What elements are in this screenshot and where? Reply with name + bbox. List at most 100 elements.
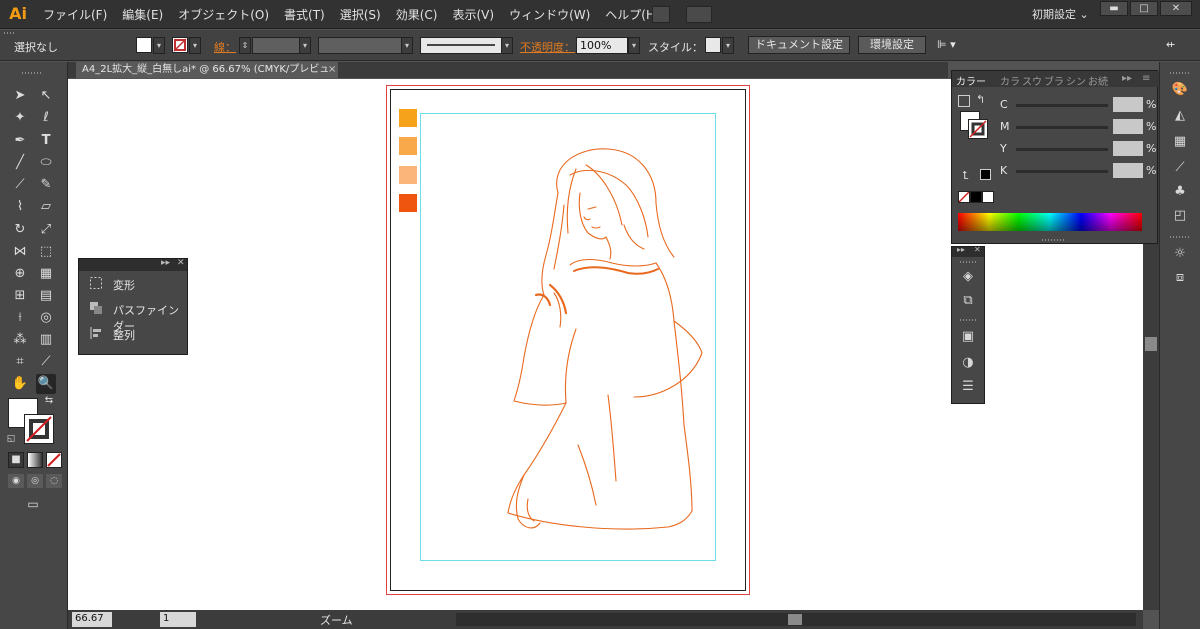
menu-edit[interactable]: 編集(E) xyxy=(122,6,163,23)
width-tool-icon[interactable]: ⋈ xyxy=(10,242,30,262)
style-arrow[interactable]: ▾ xyxy=(722,37,734,54)
menu-window[interactable]: ウィンドウ(W) xyxy=(509,6,590,23)
color-chip-4[interactable] xyxy=(399,194,417,212)
none-mode-icon[interactable] xyxy=(46,452,62,468)
panel-item-align[interactable]: 整列 xyxy=(79,321,187,346)
horizontal-scroll-thumb[interactable] xyxy=(788,614,802,625)
graphic-style-swatch[interactable] xyxy=(705,37,721,53)
black-quick-chip[interactable] xyxy=(970,191,982,203)
draw-normal-icon[interactable]: ◉ xyxy=(8,474,24,488)
tab-swatches[interactable]: スウ xyxy=(1022,73,1042,88)
channel-slider[interactable] xyxy=(1016,170,1108,173)
type-tool-icon[interactable]: T xyxy=(36,131,56,151)
profile-arrow[interactable]: ▾ xyxy=(401,37,413,54)
color-chip-1[interactable] xyxy=(399,109,417,127)
menu-effect[interactable]: 効果(C) xyxy=(396,6,438,23)
channel-value-field[interactable] xyxy=(1113,97,1143,112)
stroke-label[interactable]: 線： xyxy=(214,39,236,55)
gradient-tool-icon[interactable]: ▤ xyxy=(36,286,56,306)
color-chip-3[interactable] xyxy=(399,166,417,184)
channel-slider[interactable] xyxy=(1016,104,1108,107)
panel-menu-icon[interactable]: ≡ xyxy=(1142,73,1150,84)
right-dock-grip[interactable] xyxy=(1170,72,1190,74)
stroke-panel-icon[interactable]: ☰ xyxy=(958,377,978,397)
bridge-icon[interactable] xyxy=(652,6,670,23)
fill-swatch[interactable] xyxy=(136,37,152,53)
control-menu-icon[interactable]: ⇷ xyxy=(1166,38,1175,51)
none-chip[interactable] xyxy=(958,191,970,203)
eyedropper-tool-icon[interactable]: ⟊ xyxy=(10,308,30,328)
stroke-dropdown-arrow[interactable]: ▾ xyxy=(189,37,201,54)
fill-dropdown-arrow[interactable]: ▾ xyxy=(153,37,165,54)
panel-expand-icon[interactable]: ▸▸ xyxy=(1122,73,1132,84)
color-panel-icon[interactable]: 🎨 xyxy=(1170,80,1190,100)
tab-graphic-styles[interactable]: お続 xyxy=(1088,73,1108,88)
tab-close-icon[interactable]: × xyxy=(328,62,336,78)
shape-builder-tool-icon[interactable]: ⊕ xyxy=(10,264,30,284)
zoom-level-field[interactable]: 66.67 xyxy=(72,612,112,627)
color-guide-icon[interactable]: ◭ xyxy=(1170,106,1190,126)
appearance-panel-icon[interactable]: ☼ xyxy=(1170,244,1190,264)
stroke-weight-field[interactable] xyxy=(252,37,300,54)
gradient-panel-icon[interactable]: ▣ xyxy=(958,327,978,347)
symbol-sprayer-tool-icon[interactable]: ⁂ xyxy=(10,330,30,350)
document-tab[interactable]: A4_2L拡大_縦_白無しai* @ 66.67% (CMYK/プレビュー) × xyxy=(76,62,338,91)
magic-wand-tool-icon[interactable]: ✦ xyxy=(10,108,30,128)
pen-tool-icon[interactable]: ✒ xyxy=(10,131,30,151)
transparency-panel-icon[interactable]: ◑ xyxy=(958,353,978,373)
arrange-documents-icon[interactable] xyxy=(686,6,712,23)
hand-tool-icon[interactable]: ✋ xyxy=(10,374,30,394)
menu-object[interactable]: オブジェクト(O) xyxy=(178,6,269,23)
menu-type[interactable]: 書式(T) xyxy=(284,6,325,23)
zoom-tool-icon[interactable]: 🔍 xyxy=(36,374,56,394)
dock-grip-2[interactable] xyxy=(960,319,976,321)
paintbrush-tool-icon[interactable]: ⟋ xyxy=(10,175,30,195)
swatches-panel-icon[interactable]: ▦ xyxy=(1170,132,1190,152)
document-setup-button[interactable]: ドキュメント設定 xyxy=(748,36,850,54)
color-spectrum-bar[interactable] xyxy=(958,213,1142,231)
layers-icon[interactable]: ◈ xyxy=(958,267,978,287)
mesh-tool-icon[interactable]: ⊞ xyxy=(10,286,30,306)
blob-brush-tool-icon[interactable]: ⌇ xyxy=(10,197,30,217)
panel-header[interactable]: ▸▸ ✕ xyxy=(79,258,187,271)
dock-close-icon[interactable]: ✕ xyxy=(974,245,981,254)
opacity-arrow[interactable]: ▾ xyxy=(628,37,640,54)
stroke-swatch[interactable] xyxy=(172,37,188,53)
pencil-tool-icon[interactable]: ✎ xyxy=(36,175,56,195)
free-transform-tool-icon[interactable]: ⬚ xyxy=(36,242,56,262)
direct-selection-tool-icon[interactable]: ↖ xyxy=(36,86,56,106)
artboards-icon[interactable]: ⧉ xyxy=(958,291,978,311)
channel-slider[interactable] xyxy=(1016,148,1108,151)
channel-value-field[interactable] xyxy=(1113,119,1143,134)
graphic-styles-icon[interactable]: ◰ xyxy=(1170,206,1190,226)
tab-brushes[interactable]: ブラ xyxy=(1044,73,1064,88)
scale-tool-icon[interactable]: ⤢ xyxy=(36,220,56,240)
vertical-scroll-thumb[interactable] xyxy=(1145,337,1157,351)
screen-mode-icon[interactable]: ▭ xyxy=(22,494,44,512)
column-graph-tool-icon[interactable]: ▥ xyxy=(36,330,56,350)
gradient-mode-icon[interactable] xyxy=(27,452,43,468)
preferences-button[interactable]: 環境設定 xyxy=(858,36,926,54)
ellipse-tool-icon[interactable]: ⬭ xyxy=(36,153,56,173)
maximize-button[interactable]: □ xyxy=(1130,1,1158,16)
opacity-field[interactable]: 100% xyxy=(576,37,628,54)
channel-value-field[interactable] xyxy=(1113,163,1143,178)
draw-inside-icon[interactable]: ◌ xyxy=(46,474,62,488)
line-art-drawing[interactable] xyxy=(488,145,718,545)
image-trace-icon[interactable]: ⧈ xyxy=(1170,268,1190,288)
stroke-weight-stepper[interactable]: ⇕ xyxy=(239,37,251,54)
rotate-tool-icon[interactable]: ↻ xyxy=(10,220,30,240)
stroke-weight-arrow[interactable]: ▾ xyxy=(299,37,311,54)
variable-width-profile[interactable] xyxy=(318,37,402,54)
color-chip-2[interactable] xyxy=(399,137,417,155)
artboard-tool-icon[interactable]: ⌗ xyxy=(10,352,30,372)
lasso-tool-icon[interactable]: ℓ xyxy=(36,108,56,128)
artboard-number-field[interactable]: 1 xyxy=(160,612,196,627)
dock-expand-icon[interactable]: ▸▸ xyxy=(957,245,965,254)
menu-select[interactable]: 選択(S) xyxy=(340,6,381,23)
right-dock-grip-2[interactable] xyxy=(1170,236,1190,238)
brush-arrow[interactable]: ▾ xyxy=(501,37,513,54)
menu-file[interactable]: ファイル(F) xyxy=(43,6,107,23)
control-grip[interactable] xyxy=(4,32,14,34)
slice-tool-icon[interactable]: ⟋ xyxy=(36,352,56,372)
